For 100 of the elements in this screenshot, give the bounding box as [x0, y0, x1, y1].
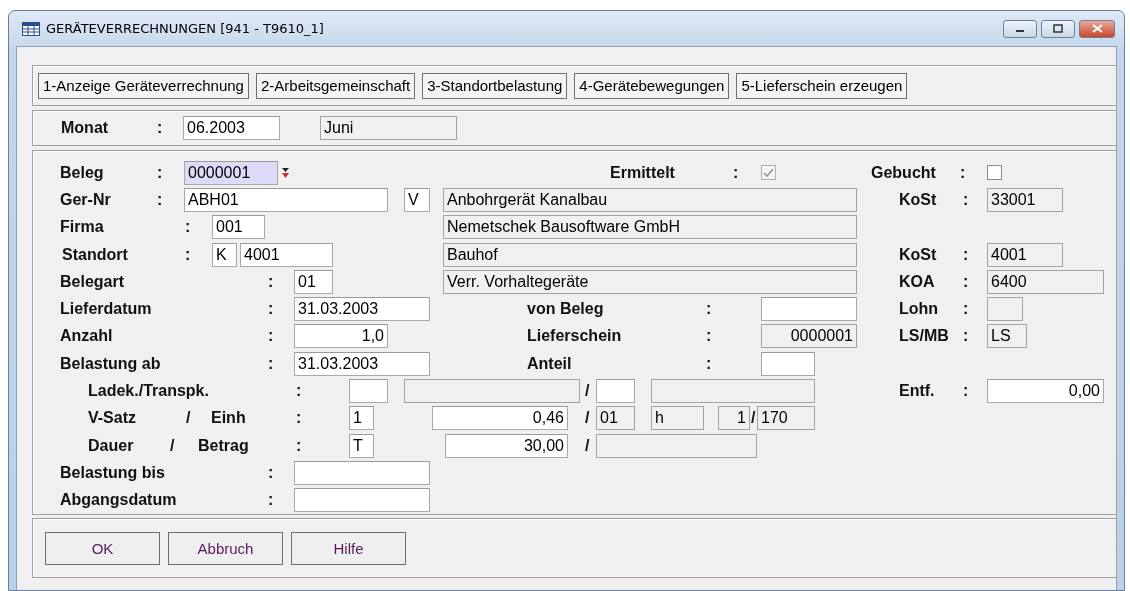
field-label: Gebucht	[871, 163, 936, 182]
dialog-button[interactable]: Abbruch	[168, 532, 283, 565]
tab-button[interactable]: 3-Standortbelastung	[422, 72, 568, 99]
label-colon: :	[185, 218, 191, 237]
field-label: Ladek./Transpk.	[88, 382, 209, 400]
text-field[interactable]: 4001	[240, 242, 333, 267]
text-field[interactable]: ABH01	[184, 187, 388, 212]
label-colon: :	[963, 300, 969, 319]
field-label: Abgangsdatum	[60, 491, 177, 510]
text-field[interactable]	[294, 488, 430, 513]
check-icon	[763, 167, 774, 178]
text-field[interactable]: T	[349, 433, 374, 458]
close-button[interactable]	[1079, 19, 1115, 38]
table-icon	[22, 21, 40, 36]
text-field[interactable]: V	[404, 187, 430, 212]
dialog-button[interactable]: Hilfe	[291, 532, 406, 565]
text-field[interactable]	[349, 379, 388, 403]
text-field[interactable]: 01	[294, 269, 333, 294]
label-colon: :	[268, 354, 274, 373]
label-colon: :	[733, 163, 739, 182]
field-label: Anzahl	[60, 327, 113, 346]
field-label: Lieferdatum	[60, 300, 152, 319]
label-colon: :	[185, 245, 191, 264]
text-field[interactable]	[761, 351, 815, 376]
readonly-field: 33001	[987, 187, 1063, 212]
text-field[interactable]: 30,00	[445, 433, 568, 458]
text-field[interactable]	[596, 379, 635, 403]
field-label: Beleg	[60, 163, 104, 182]
field-label: Standort	[62, 245, 128, 264]
label-colon: :	[296, 409, 302, 428]
readonly-field: 6400	[987, 269, 1104, 294]
readonly-field: 4001	[987, 242, 1063, 267]
field-label: Belastung ab	[60, 354, 161, 373]
readonly-field: Verr. Vorhaltegeräte	[443, 269, 857, 294]
readonly-field: Bauhof	[443, 242, 857, 267]
checkbox[interactable]	[987, 165, 1002, 181]
label-colon: :	[963, 245, 969, 264]
field-label: Betrag	[198, 436, 249, 455]
label-colon: :	[963, 382, 969, 400]
readonly-field: LS	[987, 324, 1027, 349]
field-label: Anteil	[527, 354, 572, 373]
field-label: KoSt	[899, 190, 937, 209]
label-colon: :	[268, 272, 274, 291]
label-colon: :	[706, 300, 712, 319]
readonly-field: Juni	[320, 116, 457, 140]
label-colon: :	[963, 327, 969, 346]
field-label: Ger-Nr	[60, 190, 111, 209]
label-colon: :	[296, 382, 302, 400]
field-label: Firma	[60, 218, 104, 237]
dropdown-arrow-icon[interactable]	[281, 166, 290, 179]
field-label: von Beleg	[527, 300, 604, 319]
readonly-field: 170	[757, 406, 815, 431]
text-field[interactable]: 0000001	[184, 160, 278, 185]
label-colon: :	[706, 354, 712, 373]
slash-separator: /	[751, 409, 756, 428]
field-label: Ermittelt	[610, 163, 675, 182]
readonly-field: 01	[596, 406, 635, 431]
text-field[interactable]: 001	[212, 215, 265, 240]
readonly-field: Anbohrgerät Kanalbau	[443, 187, 857, 212]
label-colon: :	[157, 119, 163, 137]
slash-separator: /	[170, 436, 175, 455]
label-colon: :	[157, 163, 163, 182]
tab-button[interactable]: 1-Anzeige Geräteverrechnung	[38, 72, 249, 99]
slash-separator: /	[186, 409, 191, 428]
field-label: Monat	[61, 119, 109, 137]
dialog-button[interactable]: OK	[45, 532, 160, 565]
maximize-button[interactable]	[1041, 19, 1075, 38]
slash-separator: /	[585, 436, 590, 455]
text-field[interactable]: 1,0	[294, 324, 388, 349]
text-field[interactable]	[294, 460, 430, 485]
readonly-field: 0000001	[761, 324, 857, 349]
text-field[interactable]	[761, 297, 857, 322]
text-field[interactable]: 0,00	[987, 379, 1104, 403]
readonly-field: Nemetschek Bausoftware GmbH	[443, 215, 857, 240]
field-label: KoSt	[899, 245, 937, 264]
tab-button[interactable]: 2-Arbeitsgemeinschaft	[255, 72, 416, 99]
text-field[interactable]: 31.03.2003	[294, 351, 430, 376]
slash-separator: /	[585, 409, 590, 428]
field-label: Lohn	[899, 300, 939, 319]
label-colon: :	[268, 327, 274, 346]
text-field[interactable]: 0,46	[432, 406, 568, 431]
label-colon: :	[268, 463, 274, 482]
minimize-button[interactable]	[1003, 19, 1037, 38]
label-colon: :	[268, 491, 274, 510]
text-field[interactable]: K	[212, 242, 237, 267]
field-label: Dauer	[88, 436, 134, 455]
field-label: Belegart	[60, 272, 125, 291]
text-field[interactable]: 31.03.2003	[294, 297, 430, 322]
tab-button[interactable]: 4-Gerätebewegungen	[574, 72, 730, 99]
close-icon	[1091, 24, 1103, 33]
field-label: V-Satz	[88, 409, 136, 428]
readonly-field: 1	[718, 406, 750, 431]
text-field[interactable]: 06.2003	[183, 116, 280, 140]
label-colon: :	[706, 327, 712, 346]
readonly-field: h	[651, 406, 704, 431]
slash-separator: /	[585, 382, 590, 400]
text-field[interactable]: 1	[349, 406, 374, 431]
maximize-icon	[1053, 24, 1063, 33]
label-colon: :	[963, 272, 969, 291]
tab-button[interactable]: 5-Lieferschein erzeugen	[736, 72, 908, 99]
